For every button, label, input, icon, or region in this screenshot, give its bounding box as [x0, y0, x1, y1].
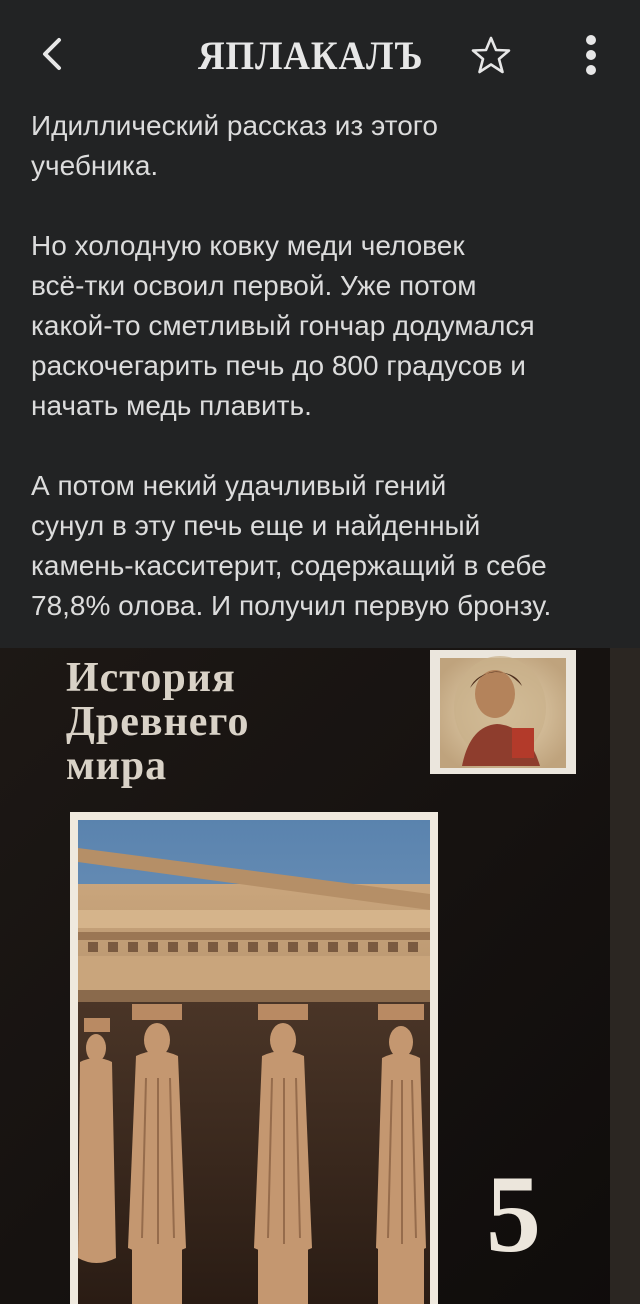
more-vertical-icon [586, 35, 596, 75]
post-paragraph: Но холодную ковку меди человек всё-тки о… [31, 230, 535, 421]
post-image-textbook-cover[interactable]: История Древнего мира 5 [0, 648, 640, 1304]
book-title-line: Древнего [66, 699, 250, 745]
book-title: История Древнего мира [66, 656, 249, 788]
post-paragraph: Идиллический рассказ из этого учебника. [31, 110, 438, 181]
star-outline-icon [471, 36, 511, 74]
book-title-line: История [66, 655, 236, 701]
more-options-button[interactable] [566, 26, 616, 84]
site-logo[interactable]: ЯПЛАКАЛЪ [198, 34, 423, 78]
post-body: Идиллический рассказ из этого учебника. … [31, 106, 621, 666]
favorite-button[interactable] [466, 30, 516, 80]
top-app-bar: ЯПЛАКАЛЪ [0, 0, 640, 108]
grade-number: 5 [486, 1153, 541, 1275]
back-button[interactable] [28, 26, 76, 82]
chevron-left-icon [43, 38, 61, 70]
post-paragraph: А потом некий удачливый гений сунул в эт… [31, 470, 552, 621]
book-title-line: мира [66, 743, 168, 789]
